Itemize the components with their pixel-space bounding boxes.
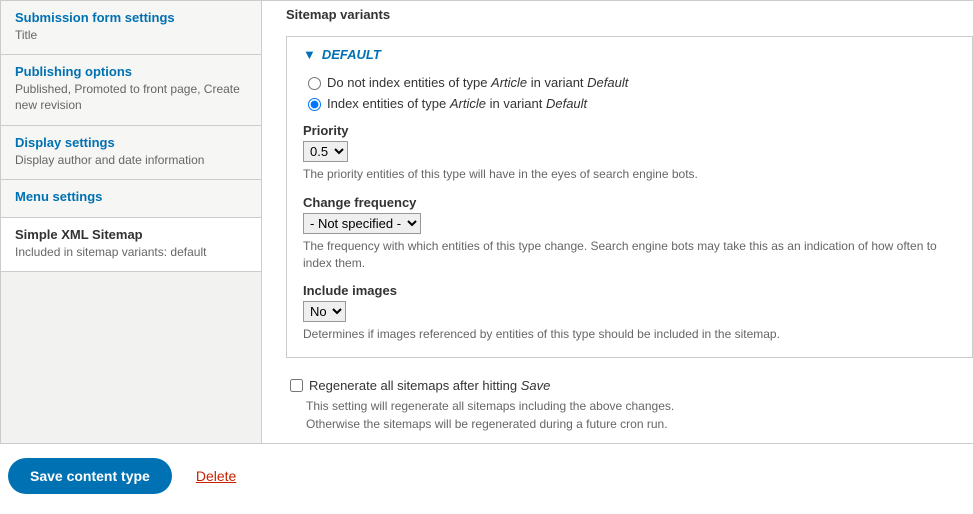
settings-tabs: Submission form settings Title Publishin… — [0, 0, 262, 444]
field-regenerate: Regenerate all sitemaps after hitting Sa… — [286, 376, 973, 433]
tab-display-settings[interactable]: Display settings Display author and date… — [1, 126, 261, 180]
priority-select[interactable]: 0.5 — [303, 141, 348, 162]
tab-title: Publishing options — [15, 64, 247, 79]
sidebar-filler — [1, 272, 261, 412]
regenerate-label: Regenerate all sitemaps after hitting Sa… — [309, 378, 550, 393]
changefreq-select[interactable]: - Not specified - — [303, 213, 421, 234]
summary-label: DEFAULT — [322, 47, 381, 62]
images-help: Determines if images referenced by entit… — [303, 326, 956, 343]
save-button[interactable]: Save content type — [8, 458, 172, 494]
images-label: Include images — [303, 283, 956, 298]
tab-desc: Included in sitemap variants: default — [15, 244, 247, 260]
tab-title: Display settings — [15, 135, 247, 150]
field-priority: Priority 0.5 The priority entities of th… — [303, 123, 956, 183]
radio-input-do-not-index[interactable] — [308, 77, 321, 90]
tab-title: Simple XML Sitemap — [15, 227, 247, 242]
details-summary[interactable]: ▼ DEFAULT — [303, 47, 956, 62]
section-title: Sitemap variants — [286, 7, 973, 22]
delete-link[interactable]: Delete — [196, 468, 236, 484]
tab-desc: Display author and date information — [15, 152, 247, 168]
main-panel: Sitemap variants ▼ DEFAULT Do not index e… — [262, 0, 973, 444]
regenerate-help: This setting will regenerate all sitemap… — [306, 397, 973, 433]
tab-desc: Published, Promoted to front page, Creat… — [15, 81, 247, 113]
variant-details: ▼ DEFAULT Do not index entities of type A… — [286, 36, 973, 358]
form-actions: Save content type Delete — [0, 444, 973, 508]
radio-label: Do not index entities of type Article in… — [327, 75, 628, 90]
regenerate-checkbox[interactable] — [290, 379, 303, 392]
radio-do-not-index[interactable]: Do not index entities of type Article in… — [303, 74, 956, 90]
radio-label: Index entities of type Article in varian… — [327, 96, 587, 111]
tab-menu-settings[interactable]: Menu settings — [1, 180, 261, 218]
tab-title: Submission form settings — [15, 10, 247, 25]
priority-help: The priority entities of this type will … — [303, 166, 956, 183]
changefreq-help: The frequency with which entities of thi… — [303, 238, 956, 272]
tab-simple-xml-sitemap[interactable]: Simple XML Sitemap Included in sitemap v… — [1, 218, 261, 272]
tab-desc: Title — [15, 27, 247, 43]
tab-title: Menu settings — [15, 189, 247, 204]
chevron-down-icon: ▼ — [303, 47, 316, 62]
tab-submission-form-settings[interactable]: Submission form settings Title — [1, 1, 261, 55]
priority-label: Priority — [303, 123, 956, 138]
changefreq-label: Change frequency — [303, 195, 956, 210]
tab-publishing-options[interactable]: Publishing options Published, Promoted t… — [1, 55, 261, 125]
field-include-images: Include images No Determines if images r… — [303, 283, 956, 343]
field-change-frequency: Change frequency - Not specified - The f… — [303, 195, 956, 272]
radio-input-index[interactable] — [308, 98, 321, 111]
images-select[interactable]: No — [303, 301, 346, 322]
radio-index[interactable]: Index entities of type Article in varian… — [303, 95, 956, 111]
